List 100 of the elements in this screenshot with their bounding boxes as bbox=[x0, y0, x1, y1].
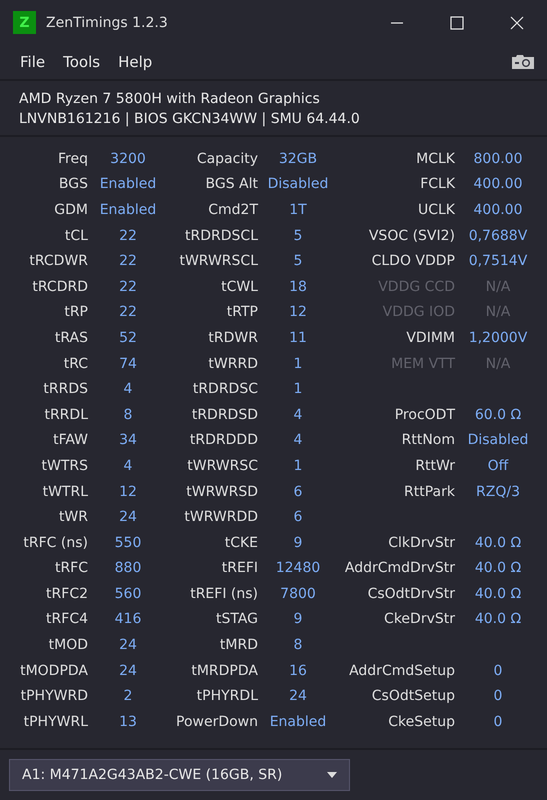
timing-value: 12 bbox=[118, 484, 138, 500]
timing-label: tCL bbox=[64, 228, 88, 244]
timing-value: 22 bbox=[118, 304, 138, 320]
menu-item[interactable]: File bbox=[11, 51, 54, 73]
timing-label: tRDRDSCL bbox=[184, 228, 258, 244]
timing-label: tSTAG bbox=[214, 611, 258, 628]
timing-value: 7800 bbox=[279, 586, 317, 602]
timing-value: 22 bbox=[118, 253, 138, 270]
timing-label: GDM bbox=[53, 202, 88, 218]
menu-item[interactable]: Tools bbox=[54, 51, 110, 73]
menu-item[interactable]: Help bbox=[109, 51, 162, 73]
timing-value: 24 bbox=[118, 637, 138, 654]
timing-label: RttWr bbox=[414, 458, 455, 474]
timing-label: AddrCmdSetup bbox=[348, 662, 455, 679]
timing-value: 1 bbox=[292, 381, 304, 398]
timing-label: ProcODT bbox=[394, 406, 455, 423]
timing-label: VDDG IOD bbox=[382, 304, 455, 320]
close-icon bbox=[510, 16, 524, 30]
timing-label: tWRRD bbox=[207, 356, 258, 372]
timing-value: Enabled bbox=[98, 176, 158, 192]
timing-value: 60.0 Ω bbox=[474, 406, 522, 423]
timing-value: 11 bbox=[288, 330, 308, 346]
timing-label: UCLK bbox=[416, 202, 455, 218]
timing-label: RttPark bbox=[403, 484, 455, 500]
timing-value: 0 bbox=[492, 714, 504, 730]
timing-label: tRFC bbox=[54, 560, 88, 576]
timing-label: tFAW bbox=[52, 432, 88, 448]
timing-value: 1T bbox=[288, 202, 308, 218]
timing-label: tRAS bbox=[54, 330, 88, 346]
system-details: LNVNB161216 | BIOS GKCN34WW | SMU 64.44.0 bbox=[19, 110, 361, 129]
timing-value: 18 bbox=[288, 278, 308, 295]
timing-label: BGS bbox=[58, 176, 88, 192]
timing-label: tMRDPDA bbox=[190, 662, 258, 679]
timing-label: ClkDrvStr bbox=[387, 534, 455, 551]
timing-value: 5 bbox=[292, 228, 304, 244]
timing-label: Cmd2T bbox=[207, 202, 258, 218]
timing-label: MCLK bbox=[415, 150, 455, 167]
timing-label: tRCDWR bbox=[28, 253, 88, 270]
timing-value: N/A bbox=[484, 278, 512, 295]
timing-value: 416 bbox=[114, 611, 142, 628]
timing-label: VDDG CCD bbox=[377, 278, 455, 295]
timing-value: 22 bbox=[118, 228, 138, 244]
timing-label: FCLK bbox=[419, 176, 455, 192]
camera-icon[interactable] bbox=[511, 54, 535, 70]
timing-value: 1 bbox=[292, 458, 304, 474]
timing-value: 1 bbox=[292, 356, 304, 372]
timing-value: 12480 bbox=[274, 560, 322, 576]
timing-label: tWRWRDD bbox=[183, 509, 258, 526]
cpu-name: AMD Ryzen 7 5800H with Radeon Graphics bbox=[19, 90, 321, 109]
timing-label: tREFI (ns) bbox=[189, 586, 258, 602]
timing-label: PowerDown bbox=[175, 714, 258, 730]
timing-label: RttNom bbox=[400, 432, 455, 448]
timing-label: VSOC (SVI2) bbox=[368, 228, 455, 244]
timing-label: tRFC (ns) bbox=[22, 534, 88, 551]
timing-label: CkeSetup bbox=[387, 714, 455, 730]
timing-value: 0 bbox=[492, 688, 504, 704]
timing-label: tRRDS bbox=[42, 381, 88, 398]
timing-label: tRDRDSD bbox=[190, 406, 258, 423]
timing-value: 1,2000V bbox=[468, 330, 528, 346]
timing-label: CsOdtSetup bbox=[370, 688, 455, 704]
timing-value: 550 bbox=[114, 534, 142, 551]
timing-value: RZQ/3 bbox=[475, 484, 521, 500]
timing-value: N/A bbox=[484, 304, 512, 320]
timing-value: 400.00 bbox=[472, 176, 524, 192]
timing-value: 40.0 Ω bbox=[474, 586, 522, 602]
timing-value: 4 bbox=[122, 381, 134, 398]
timing-value: 13 bbox=[118, 714, 138, 730]
timing-value: 40.0 Ω bbox=[474, 560, 522, 576]
timing-value: 8 bbox=[292, 637, 304, 654]
timing-value: 4 bbox=[122, 458, 134, 474]
window-title: ZenTimings 1.2.3 bbox=[46, 14, 168, 30]
timing-label: tPHYWRL bbox=[22, 714, 88, 730]
timing-label: tMRD bbox=[218, 637, 258, 654]
timing-label: MEM VTT bbox=[390, 356, 455, 372]
timing-label: tREFI bbox=[220, 560, 258, 576]
timing-value: 74 bbox=[118, 356, 138, 372]
timing-label: tMOD bbox=[48, 637, 88, 654]
timing-label: Freq bbox=[57, 150, 88, 167]
timing-value: 9 bbox=[292, 611, 304, 628]
timing-label: AddrCmdDrvStr bbox=[344, 560, 455, 576]
timing-label: tRFC4 bbox=[45, 611, 88, 628]
module-dropdown[interactable]: A1: M471A2G43AB2-CWE (16GB, SR) bbox=[9, 759, 350, 791]
timing-value: 24 bbox=[288, 688, 308, 704]
maximize-icon bbox=[450, 16, 464, 30]
timing-value: 12 bbox=[288, 304, 308, 320]
timing-value: 40.0 Ω bbox=[474, 611, 522, 628]
timing-label: CsOdtDrvStr bbox=[366, 586, 455, 602]
timing-value: 3200 bbox=[109, 150, 147, 167]
timing-value: 5 bbox=[292, 253, 304, 270]
timing-label: VDIMM bbox=[405, 330, 455, 346]
timing-value: 4 bbox=[292, 406, 304, 423]
timing-value: 24 bbox=[118, 662, 138, 679]
timing-value: Disabled bbox=[466, 432, 530, 448]
timing-label: tRDRDSC bbox=[192, 381, 258, 398]
timing-label: tRDWR bbox=[207, 330, 258, 346]
timing-label: tRTP bbox=[226, 304, 258, 320]
timing-value: 22 bbox=[118, 278, 138, 295]
timing-label: CLDO VDDP bbox=[370, 253, 455, 270]
minimize-icon bbox=[390, 22, 404, 24]
timing-label: tWRWRSD bbox=[185, 484, 258, 500]
